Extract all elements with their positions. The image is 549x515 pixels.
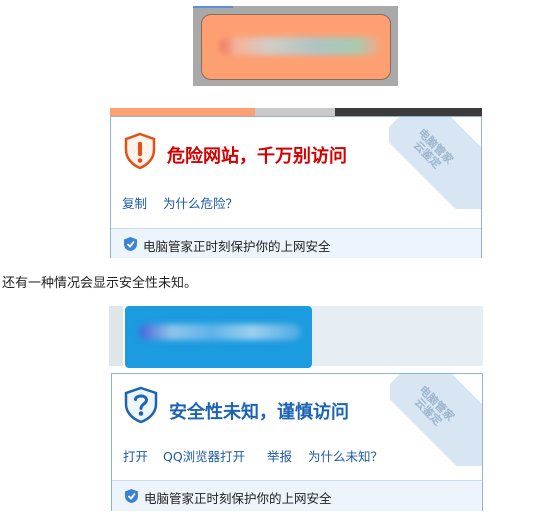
blurred-url	[139, 324, 301, 340]
footer-text: 电脑管家正时刻保护你的上网安全	[144, 491, 332, 506]
cloud-verify-seal: 电脑管家 云鉴定	[390, 374, 482, 466]
shield-check-icon	[125, 489, 138, 503]
warning-shield-icon	[124, 132, 156, 170]
unknown-popup-screenshot: 电脑管家 云鉴定 安全性未知，谨慎访问 打开 QQ浏览器打开 举报 为什么未知？…	[109, 306, 483, 511]
popup-title: 危险网站，千万别访问	[167, 146, 347, 167]
why-unknown-link[interactable]: 为什么未知？	[308, 446, 383, 465]
copy-link[interactable]: 复制	[122, 193, 147, 212]
why-danger-link[interactable]: 为什么危险？	[163, 193, 238, 212]
question-shield-icon	[124, 386, 158, 424]
body-sentence: 还有一种情况会显示安全性未知。	[2, 276, 198, 291]
popup-footer: 电脑管家正时刻保护你的上网安全	[111, 228, 481, 258]
orange-bubble	[201, 14, 391, 80]
open-in-qq-browser-link[interactable]: QQ浏览器打开	[163, 446, 245, 465]
footer-text: 电脑管家正时刻保护你的上网安全	[143, 239, 331, 254]
blue-bubble	[125, 306, 312, 368]
popup-footer: 电脑管家正时刻保护你的上网安全	[112, 480, 482, 511]
blurred-chat-bubble-screenshot	[193, 6, 398, 86]
report-link[interactable]: 举报	[267, 446, 292, 465]
danger-popup-screenshot: 电脑管家 云鉴定 危险网站，千万别访问 复制 为什么危险？ 电脑管家正时刻保护你…	[110, 108, 482, 258]
bg-strip	[109, 306, 123, 366]
selection-line	[193, 6, 233, 8]
bg-strip	[312, 306, 483, 366]
shield-check-icon	[124, 237, 137, 251]
unknown-popup: 电脑管家 云鉴定 安全性未知，谨慎访问 打开 QQ浏览器打开 举报 为什么未知？…	[111, 373, 483, 511]
open-link[interactable]: 打开	[123, 446, 148, 465]
danger-popup: 电脑管家 云鉴定 危险网站，千万别访问 复制 为什么危险？ 电脑管家正时刻保护你…	[110, 116, 482, 258]
blurred-url	[220, 37, 380, 55]
popup-title: 安全性未知，谨慎访问	[169, 402, 349, 423]
cloud-verify-seal: 电脑管家 云鉴定	[389, 117, 481, 209]
